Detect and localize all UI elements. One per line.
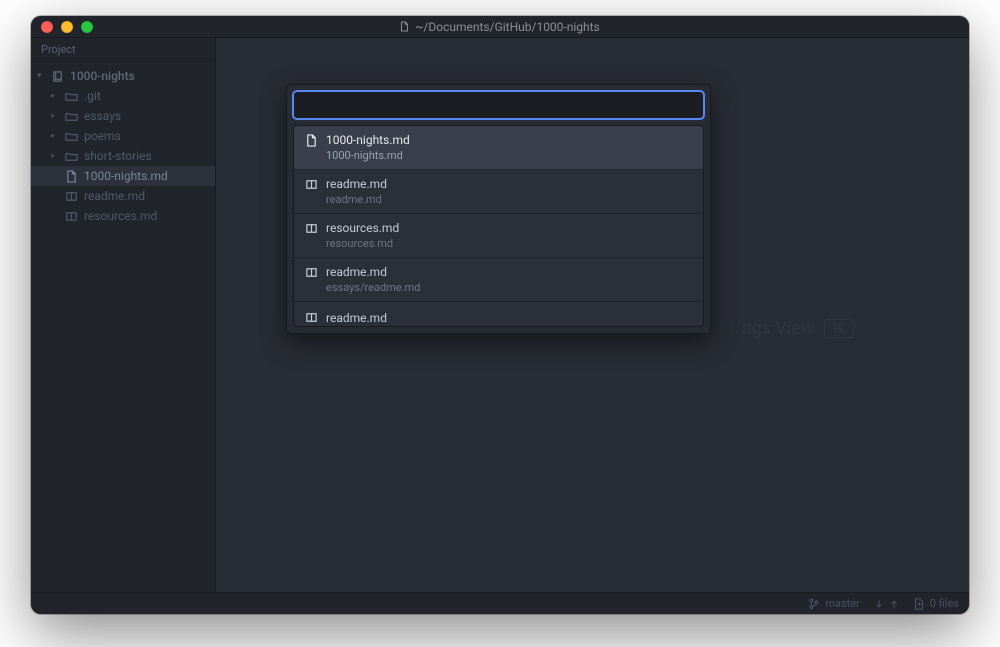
titlebar: ~/Documents/GitHub/1000-nights — [31, 16, 969, 38]
file-tree: ▾ 1000-nights ▸ .git ▸ — [31, 62, 215, 230]
fuzzy-result-path: 1000-nights.md — [304, 149, 693, 162]
tree-folder[interactable]: ▸ short-stories — [31, 146, 215, 166]
chevron-right-icon: ▸ — [51, 91, 59, 101]
git-sync-status[interactable] — [874, 599, 899, 609]
status-bar: master 0 files — [31, 592, 969, 614]
chevron-down-icon: ▾ — [37, 71, 45, 81]
window-title-text: ~/Documents/GitHub/1000-nights — [415, 20, 600, 34]
fuzzy-result[interactable]: 1000-nights.md 1000-nights.md — [294, 126, 703, 170]
fuzzy-result-name: readme.md — [326, 265, 387, 279]
tree-item-label: essays — [84, 109, 121, 123]
fuzzy-result-path: essays/readme.md — [304, 281, 693, 294]
git-branch-status[interactable]: master — [808, 597, 859, 610]
tree-item-label: short-stories — [84, 149, 152, 163]
book-icon — [65, 210, 78, 223]
tree-item-label: resources.md — [84, 209, 157, 223]
tree-root-label: 1000-nights — [70, 69, 135, 83]
arrow-down-icon — [874, 599, 884, 609]
fuzzy-finder-panel: 1000-nights.md 1000-nights.md readme.md … — [286, 84, 711, 334]
fuzzy-result-path: readme.md — [304, 193, 693, 206]
fuzzy-result[interactable]: readme.md readme.md — [294, 170, 703, 214]
folder-icon — [65, 130, 78, 143]
tree-item-label: .git — [84, 89, 101, 103]
file-icon — [304, 133, 318, 147]
chevron-right-icon: ▸ — [51, 131, 59, 141]
fuzzy-result[interactable]: readme.md essays/readme.md — [294, 258, 703, 302]
zoom-window-button[interactable] — [81, 21, 93, 33]
fuzzy-result[interactable]: resources.md resources.md — [294, 214, 703, 258]
tree-item-label: 1000-nights.md — [84, 169, 168, 183]
project-sidebar: Project ▾ 1000-nights ▸ .git — [31, 38, 216, 592]
fuzzy-result-name: resources.md — [326, 221, 399, 235]
tree-folder[interactable]: ▸ poems — [31, 126, 215, 146]
hint-text: ngs View — [742, 318, 815, 339]
window-controls — [31, 21, 93, 33]
background-hint: ngs View ⌘, — [742, 318, 854, 339]
book-icon — [304, 265, 318, 279]
folder-icon — [65, 90, 78, 103]
fuzzy-result[interactable]: readme.md — [294, 302, 703, 326]
book-icon — [304, 177, 318, 191]
arrow-up-icon — [889, 599, 899, 609]
fuzzy-finder-input[interactable] — [293, 91, 704, 119]
sidebar-header-label: Project — [41, 43, 76, 56]
git-branch-icon — [808, 598, 820, 610]
file-icon — [65, 170, 78, 183]
sidebar-header: Project — [31, 38, 215, 62]
diff-icon — [913, 598, 925, 610]
tree-item-label: readme.md — [84, 189, 145, 203]
book-icon — [304, 221, 318, 235]
folder-icon — [65, 110, 78, 123]
folder-icon — [65, 150, 78, 163]
app-window: ~/Documents/GitHub/1000-nights Project ▾… — [31, 16, 969, 614]
close-window-button[interactable] — [41, 21, 53, 33]
tree-item-label: poems — [84, 129, 121, 143]
tree-folder[interactable]: ▸ .git — [31, 86, 215, 106]
fuzzy-result-name: 1000-nights.md — [326, 133, 410, 147]
hint-shortcut: ⌘, — [824, 319, 854, 338]
chevron-right-icon: ▸ — [51, 151, 59, 161]
repo-icon — [51, 70, 64, 83]
tree-root[interactable]: ▾ 1000-nights — [31, 66, 215, 86]
git-files-status[interactable]: 0 files — [913, 597, 959, 610]
book-icon — [304, 311, 318, 325]
window-title: ~/Documents/GitHub/1000-nights — [31, 20, 969, 34]
fuzzy-result-name: readme.md — [326, 311, 387, 325]
chevron-right-icon: ▸ — [51, 111, 59, 121]
tree-folder[interactable]: ▸ essays — [31, 106, 215, 126]
minimize-window-button[interactable] — [61, 21, 73, 33]
git-files-count: 0 files — [930, 597, 959, 610]
tree-file[interactable]: 1000-nights.md — [31, 166, 215, 186]
document-icon — [400, 21, 409, 32]
tree-file[interactable]: readme.md — [31, 186, 215, 206]
fuzzy-result-path: resources.md — [304, 237, 693, 250]
fuzzy-finder-results: 1000-nights.md 1000-nights.md readme.md … — [293, 125, 704, 327]
book-icon — [65, 190, 78, 203]
git-branch-name: master — [825, 597, 859, 610]
tree-file[interactable]: resources.md — [31, 206, 215, 226]
fuzzy-result-name: readme.md — [326, 177, 387, 191]
